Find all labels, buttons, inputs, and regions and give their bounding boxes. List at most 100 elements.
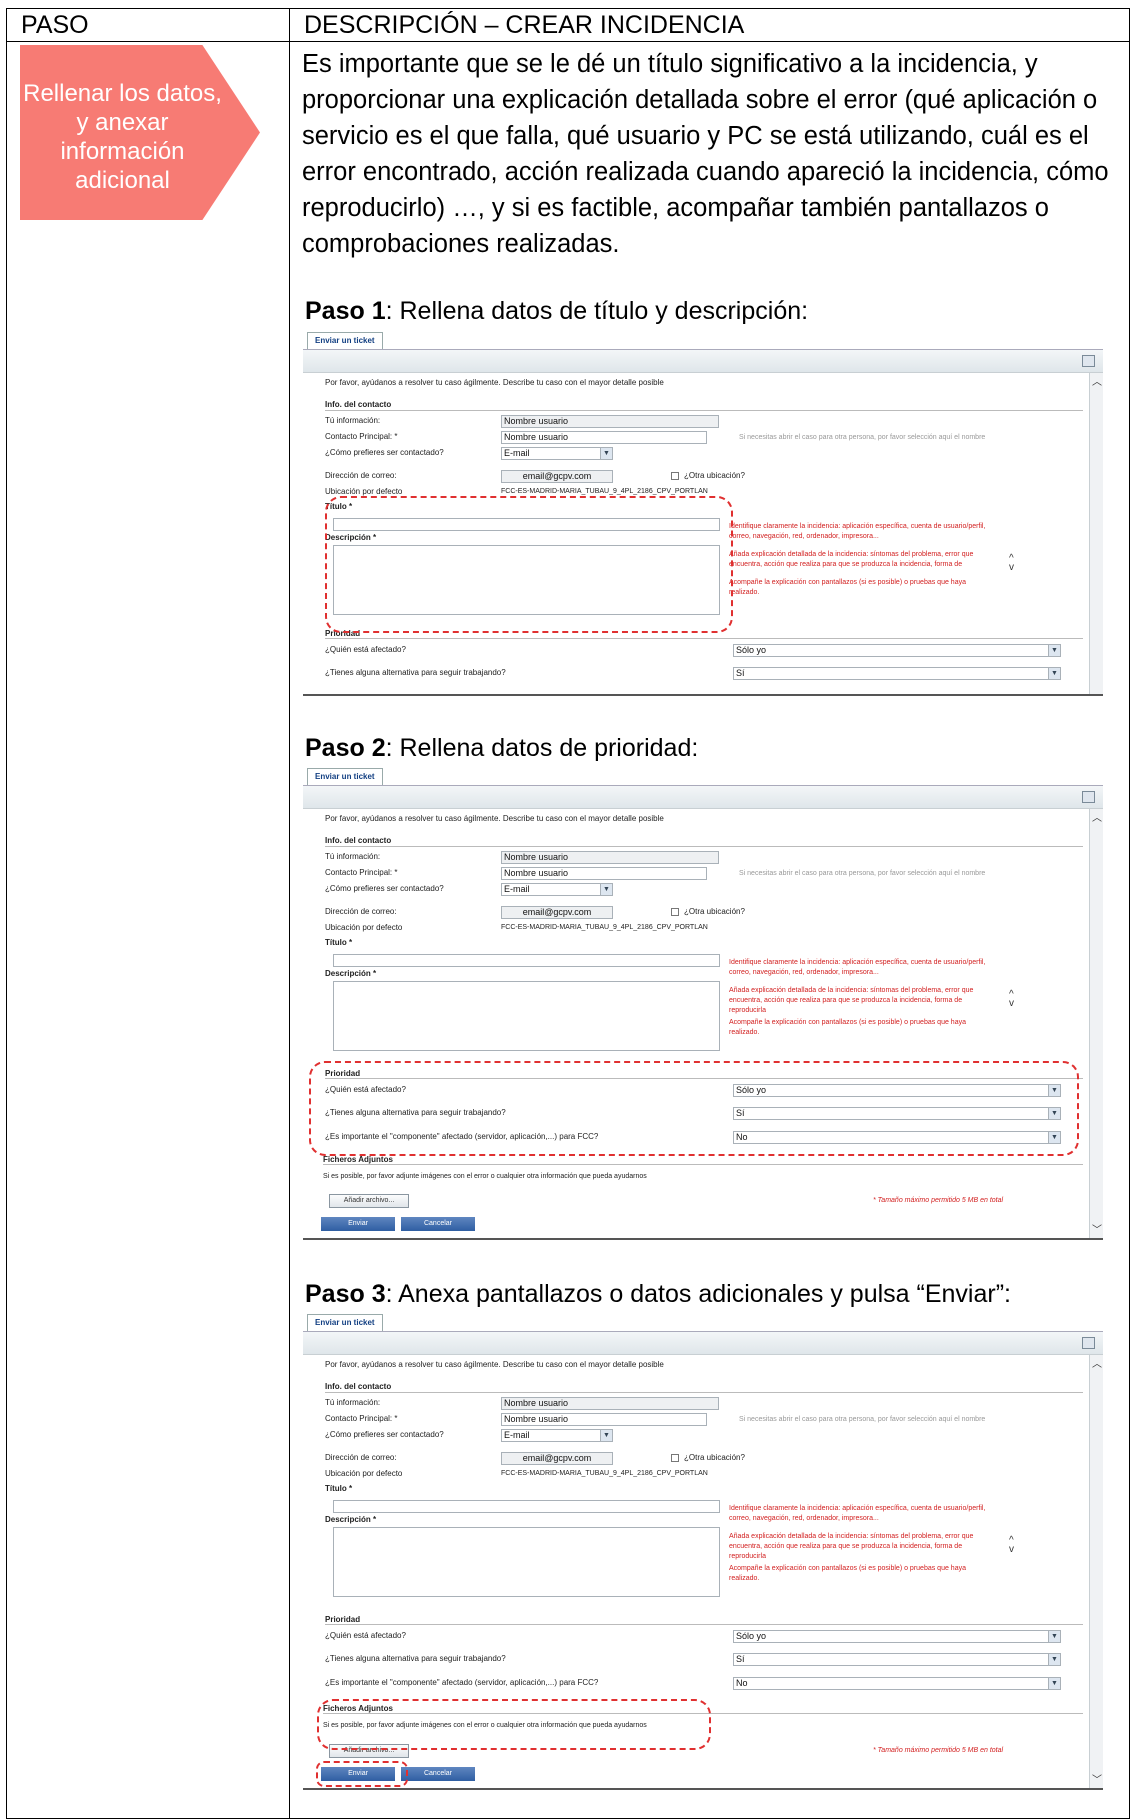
step-3-title: Paso 3: Anexa pantallazos o datos adicio… bbox=[305, 1279, 1011, 1309]
print-icon[interactable] bbox=[1082, 791, 1095, 803]
tu-info-field: Nombre usuario bbox=[501, 851, 719, 864]
cancelar-button[interactable]: Cancelar bbox=[401, 1217, 475, 1231]
scrollbar[interactable]: ︿ bbox=[1089, 373, 1103, 694]
otra-ubicacion-checkbox[interactable] bbox=[671, 1454, 679, 1462]
como-label: ¿Cómo prefieres ser contactado? bbox=[325, 448, 444, 457]
descripcion-label: Descripción * bbox=[325, 1515, 377, 1524]
titulo-field[interactable] bbox=[333, 954, 720, 967]
step-1-title: Paso 1: Rellena datos de título y descri… bbox=[305, 296, 808, 326]
titulo-label: Título * bbox=[325, 1484, 353, 1493]
descripcion-textarea[interactable] bbox=[333, 981, 720, 1051]
tamano-note: * Tamaño máximo permitido 5 MB en total bbox=[873, 1197, 1004, 1204]
alternativa-label: ¿Tienes alguna alternativa para seguir t… bbox=[325, 1654, 506, 1663]
como-select[interactable]: E-mail ▼ bbox=[501, 883, 613, 896]
correo-field: email@gcpv.com bbox=[501, 1452, 613, 1465]
step-arrow-label: Rellenar los datos, y anexar información… bbox=[23, 80, 222, 194]
ubicacion-value: FCC-ES-MADRID-MARIA_TUBAU_9_4PL_2186_CPV… bbox=[501, 1470, 708, 1477]
tab-enviar-ticket[interactable]: Enviar un ticket bbox=[307, 332, 383, 349]
screenshot-step-1: Enviar un ticket ︿ Por favor, ayúdanos a… bbox=[303, 332, 1103, 696]
otra-ubicacion-label: ¿Otra ubicación? bbox=[684, 1453, 745, 1462]
otra-ubicacion-label: ¿Otra ubicación? bbox=[684, 471, 745, 480]
tu-info-field: Nombre usuario bbox=[501, 1397, 719, 1410]
quien-label: ¿Quién está afectado? bbox=[325, 645, 406, 654]
scroll-down-icon: ﹀ bbox=[1092, 1225, 1102, 1236]
como-select[interactable]: E-mail ▼ bbox=[501, 447, 613, 460]
print-icon[interactable] bbox=[1082, 355, 1095, 367]
anadir-archivo-button[interactable]: Añadir archivo... bbox=[329, 1194, 409, 1208]
contacto-field[interactable]: Nombre usuario bbox=[501, 431, 707, 444]
scroll-down-icon: ﹀ bbox=[1092, 1775, 1102, 1786]
otra-ubicacion-label: ¿Otra ubicación? bbox=[684, 907, 745, 916]
step-2-rest: : Rellena datos de prioridad: bbox=[385, 734, 699, 762]
como-label: ¿Cómo prefieres ser contactado? bbox=[325, 1430, 444, 1439]
highlight-enviar bbox=[316, 1761, 408, 1787]
tamano-note: * Tamaño máximo permitido 5 MB en total bbox=[873, 1747, 1004, 1754]
cancelar-button[interactable]: Cancelar bbox=[401, 1767, 475, 1781]
tab-enviar-ticket[interactable]: Enviar un ticket bbox=[307, 1314, 383, 1331]
otra-ubicacion-checkbox[interactable] bbox=[671, 472, 679, 480]
hint-3b: realizado. bbox=[729, 589, 760, 596]
tu-info-field: Nombre usuario bbox=[501, 415, 719, 428]
quien-select[interactable]: Sólo yo ▼ bbox=[733, 1630, 1061, 1643]
form-intro: Por favor, ayúdanos a resolver tu caso á… bbox=[325, 1360, 664, 1369]
step-2-title: Paso 2: Rellena datos de prioridad: bbox=[305, 733, 698, 763]
contact-section-title: Info. del contacto bbox=[325, 400, 392, 409]
alternativa-select[interactable]: Sí ▼ bbox=[733, 1653, 1061, 1666]
contacto-field[interactable]: Nombre usuario bbox=[501, 867, 707, 880]
otra-ubicacion-checkbox[interactable] bbox=[671, 908, 679, 916]
tu-info-label: Tú información: bbox=[325, 1398, 381, 1407]
header-paso: PASO bbox=[6, 8, 290, 42]
descripcion-textarea[interactable] bbox=[333, 1527, 720, 1597]
step-2-bold: Paso 2 bbox=[305, 734, 386, 762]
form-intro: Por favor, ayúdanos a resolver tu caso á… bbox=[325, 378, 664, 387]
contacto-hint: Si necesitas abrir el caso para otra per… bbox=[739, 870, 986, 877]
header-descripcion: DESCRIPCIÓN – CREAR INCIDENCIA bbox=[289, 8, 1130, 42]
enviar-button[interactable]: Enviar bbox=[321, 1217, 395, 1231]
como-select[interactable]: E-mail ▼ bbox=[501, 1429, 613, 1442]
scroll-up-icon: ︿ bbox=[1092, 377, 1102, 388]
descripcion-label: Descripción * bbox=[325, 969, 377, 978]
correo-label: Dirección de correo: bbox=[325, 471, 397, 480]
ubicacion-label: Ubicación por defecto bbox=[325, 923, 403, 932]
document-page: PASO DESCRIPCIÓN – CREAR INCIDENCIA Es i… bbox=[0, 0, 1132, 1819]
intro-paragraph: Es importante que se le dé un título sig… bbox=[302, 50, 1109, 258]
screenshot-step-3: Enviar un ticket ︿ ﹀ Por favor, ayúdanos … bbox=[303, 1314, 1103, 1790]
form-intro: Por favor, ayúdanos a resolver tu caso á… bbox=[325, 814, 664, 823]
alternativa-select[interactable]: Sí ▼ bbox=[733, 667, 1061, 680]
ubicacion-value: FCC-ES-MADRID-MARIA_TUBAU_9_4PL_2186_CPV… bbox=[501, 924, 708, 931]
hint-1b: correo, navegación, red, ordenador, impr… bbox=[729, 533, 879, 540]
titulo-field[interactable] bbox=[333, 1500, 720, 1513]
hint-2b: encuentra, acción que realiza para que s… bbox=[729, 561, 963, 568]
contacto-label: Contacto Principal: * bbox=[325, 432, 398, 441]
ficheros-hint: Si es posible, por favor adjunte imágene… bbox=[323, 1173, 647, 1180]
highlight-titulo-descripcion bbox=[325, 496, 733, 633]
hint-3: Acompañe la explicación con pantallazos … bbox=[729, 579, 966, 586]
print-icon[interactable] bbox=[1082, 1337, 1095, 1349]
componente-select[interactable]: No ▼ bbox=[733, 1677, 1061, 1690]
chevron-down-icon: ▼ bbox=[600, 448, 612, 459]
contacto-label: Contacto Principal: * bbox=[325, 868, 398, 877]
contact-section-title: Info. del contacto bbox=[325, 1382, 392, 1391]
contact-section-title: Info. del contacto bbox=[325, 836, 392, 845]
screenshot-step-2: Enviar un ticket ︿ ﹀ Por favor, ayúdanos … bbox=[303, 768, 1103, 1240]
correo-label: Dirección de correo: bbox=[325, 907, 397, 916]
expand-icon: ^ v bbox=[1009, 989, 1014, 1009]
step-3-rest: : Anexa pantallazos o datos adicionales … bbox=[385, 1280, 1011, 1308]
toolbar bbox=[303, 349, 1103, 373]
toolbar bbox=[303, 1331, 1103, 1355]
hint-2: Añada explicación detallada de la incide… bbox=[729, 551, 974, 558]
tab-enviar-ticket[interactable]: Enviar un ticket bbox=[307, 768, 383, 785]
correo-label: Dirección de correo: bbox=[325, 1453, 397, 1462]
expand-icon: ^ v bbox=[1009, 553, 1014, 573]
quien-label: ¿Quién está afectado? bbox=[325, 1631, 406, 1640]
highlight-prioridad bbox=[309, 1061, 1079, 1156]
contacto-label: Contacto Principal: * bbox=[325, 1414, 398, 1423]
contacto-field[interactable]: Nombre usuario bbox=[501, 1413, 707, 1426]
quien-select[interactable]: Sólo yo ▼ bbox=[733, 644, 1061, 657]
scrollbar[interactable]: ︿ ﹀ bbox=[1089, 809, 1103, 1238]
contacto-hint: Si necesitas abrir el caso para otra per… bbox=[739, 434, 986, 441]
toolbar bbox=[303, 785, 1103, 809]
scrollbar[interactable]: ︿ ﹀ bbox=[1089, 1355, 1103, 1788]
step-column bbox=[6, 41, 290, 1819]
step-3-bold: Paso 3 bbox=[305, 1280, 386, 1308]
